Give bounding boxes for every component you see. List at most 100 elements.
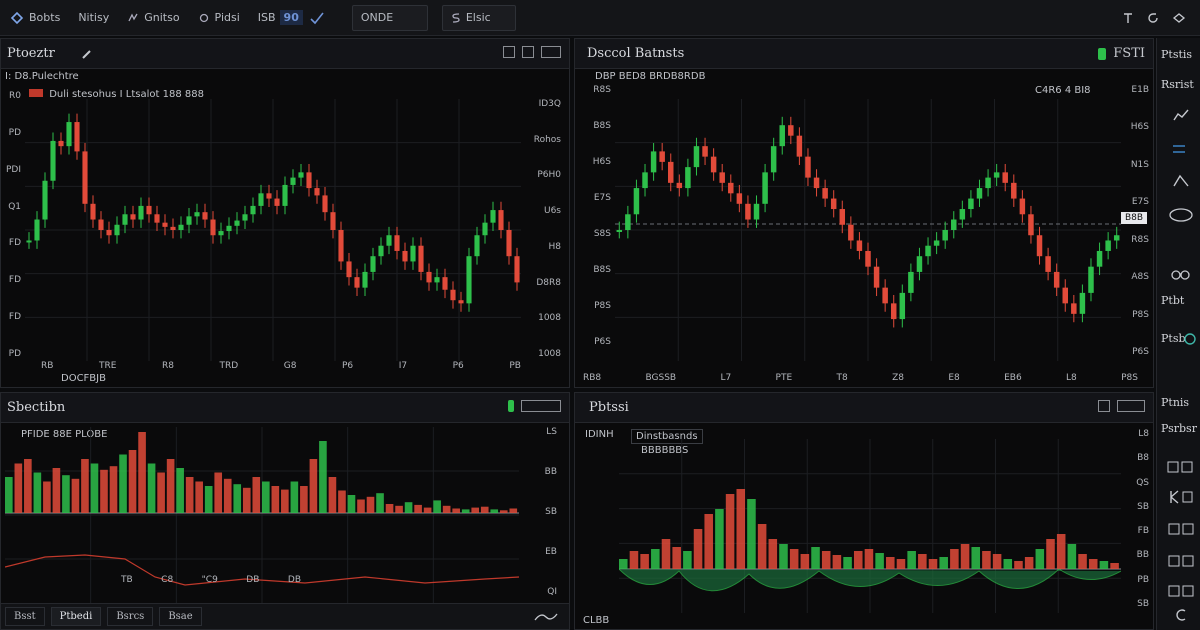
candle-body <box>788 125 794 136</box>
histogram-bar <box>480 506 489 513</box>
histogram-bar <box>683 551 692 569</box>
toolbar-button-elsic[interactable]: Elsic <box>441 4 516 31</box>
histogram-bar <box>157 472 165 513</box>
candle-body <box>410 245 416 262</box>
histogram-bar <box>747 499 756 569</box>
candlestick-chart-2[interactable] <box>615 99 1121 361</box>
toolbar-item-4[interactable]: Pidsi <box>190 5 248 31</box>
sidebar-wave-button[interactable] <box>1163 204 1199 226</box>
histogram-bar <box>442 505 451 513</box>
histogram-bar <box>1099 561 1109 569</box>
candle-body <box>839 209 846 225</box>
sidebar-grid3-button[interactable] <box>1163 580 1199 602</box>
axis-tick: R8S <box>1131 234 1149 245</box>
histogram-bar <box>176 468 184 513</box>
candle-body <box>450 289 456 301</box>
pin-green-icon[interactable] <box>508 400 514 412</box>
histogram-bar <box>736 489 746 569</box>
candle-body <box>1088 266 1094 293</box>
candle-body <box>378 245 384 257</box>
candle-body <box>354 277 360 288</box>
footer-tab[interactable]: Bsae <box>159 607 202 626</box>
histogram-bar <box>693 529 703 569</box>
histogram-bar <box>214 472 223 513</box>
axis-tick: RB <box>41 361 54 371</box>
toolbar-item-3[interactable]: Gnitso <box>119 5 187 31</box>
sidebar-chart-button[interactable] <box>1163 104 1199 126</box>
pin-icon[interactable] <box>1122 11 1134 25</box>
histogram-bar <box>233 484 242 513</box>
axis-tick: L7 <box>720 373 732 383</box>
panel-title: Sbectibn <box>7 400 66 415</box>
toolbar-item-brand[interactable]: Bobts <box>2 5 68 31</box>
footer-tab[interactable]: Bsrcs <box>107 607 154 626</box>
axis-tick: P8S <box>1132 309 1149 320</box>
sidebar-people-button[interactable] <box>1163 264 1199 286</box>
histogram-bar <box>821 551 831 569</box>
histogram-bar <box>875 553 884 569</box>
histogram-chart-2[interactable] <box>619 439 1121 613</box>
histogram-bar <box>1014 561 1023 569</box>
histogram-bar <box>704 514 713 569</box>
axis-tick: PDI <box>5 164 21 175</box>
grid-icon[interactable] <box>521 400 561 412</box>
grid-icon[interactable] <box>541 46 561 58</box>
histogram-bar <box>789 549 799 569</box>
expand-icon[interactable] <box>522 46 534 58</box>
candlestick-chart-1[interactable] <box>25 99 521 361</box>
candle-body <box>710 156 717 173</box>
axis-tick: N1S <box>1130 159 1149 170</box>
footer-tab-active[interactable]: Ptbedi <box>50 607 102 626</box>
grid-icon <box>1168 585 1194 597</box>
sidebar-people2-button[interactable] <box>1163 518 1199 540</box>
candle-body <box>813 177 820 189</box>
sidebar-swap-button[interactable] <box>1163 138 1199 160</box>
pin-green-icon[interactable] <box>1098 47 1107 60</box>
candle-body <box>1028 214 1034 236</box>
sidebar-eye-button[interactable] <box>1179 328 1200 350</box>
grid-icon[interactable] <box>1117 400 1145 412</box>
panel-title: Pbtssi <box>589 400 629 415</box>
expand-icon[interactable] <box>1098 400 1110 412</box>
candle-body <box>890 303 897 320</box>
refresh-icon[interactable] <box>1146 11 1160 25</box>
histogram-bar <box>166 459 175 513</box>
legend-info: C4R6 4 BI8 <box>1035 85 1091 96</box>
candle-body <box>186 216 192 225</box>
pencil-icon[interactable] <box>81 48 93 60</box>
panel-tools <box>508 400 561 412</box>
toolbar-button-onde[interactable]: ONDE <box>351 4 428 31</box>
sidebar-k-button[interactable] <box>1163 486 1199 508</box>
axis-tick: E7S <box>1131 197 1149 208</box>
sidebar-c-button[interactable] <box>1163 604 1199 626</box>
sidebar-triangle-button[interactable] <box>1163 170 1199 192</box>
candle-body <box>490 210 496 223</box>
axis-tick: H8 <box>548 241 562 252</box>
toolbar-item-2[interactable]: Nitisy <box>70 5 117 31</box>
axis-tick: QI <box>547 587 557 597</box>
axis-tick: PB <box>509 361 521 371</box>
candle-body <box>899 292 906 320</box>
menu-icon[interactable] <box>1172 11 1186 25</box>
histogram-bar <box>1056 534 1066 569</box>
sidebar-grid2-button[interactable] <box>1163 550 1199 572</box>
candle-body <box>951 219 957 230</box>
axis-tick: PD <box>8 127 21 138</box>
stack-icon[interactable] <box>503 46 515 58</box>
candle-body <box>865 250 871 267</box>
sidebar-grid-button[interactable] <box>1163 456 1199 478</box>
price-axis: ID3Q Rohos P6H0 U6s H8 D8R8 1008 1008 <box>521 99 561 359</box>
axis-tick: C8 <box>161 575 174 585</box>
axis-tick: B8S <box>593 265 611 275</box>
curve-icon[interactable] <box>533 610 559 624</box>
toolbar-item-5[interactable]: ISB 90 <box>250 5 338 31</box>
axis-tick: T8 <box>836 373 848 383</box>
candle-body <box>82 151 88 204</box>
footer-tab[interactable]: Bsst <box>5 607 45 626</box>
toolbar-label: Bobts <box>29 11 61 24</box>
axis-tick: D8R8 <box>536 277 561 288</box>
candle-body <box>250 205 256 215</box>
candle-body <box>1053 271 1060 288</box>
chart-panel-ptoeztr: Ptoeztr I: D8.Pulechtre Duli stesohus I … <box>0 38 570 388</box>
symbol-info: IDINH <box>585 429 614 440</box>
